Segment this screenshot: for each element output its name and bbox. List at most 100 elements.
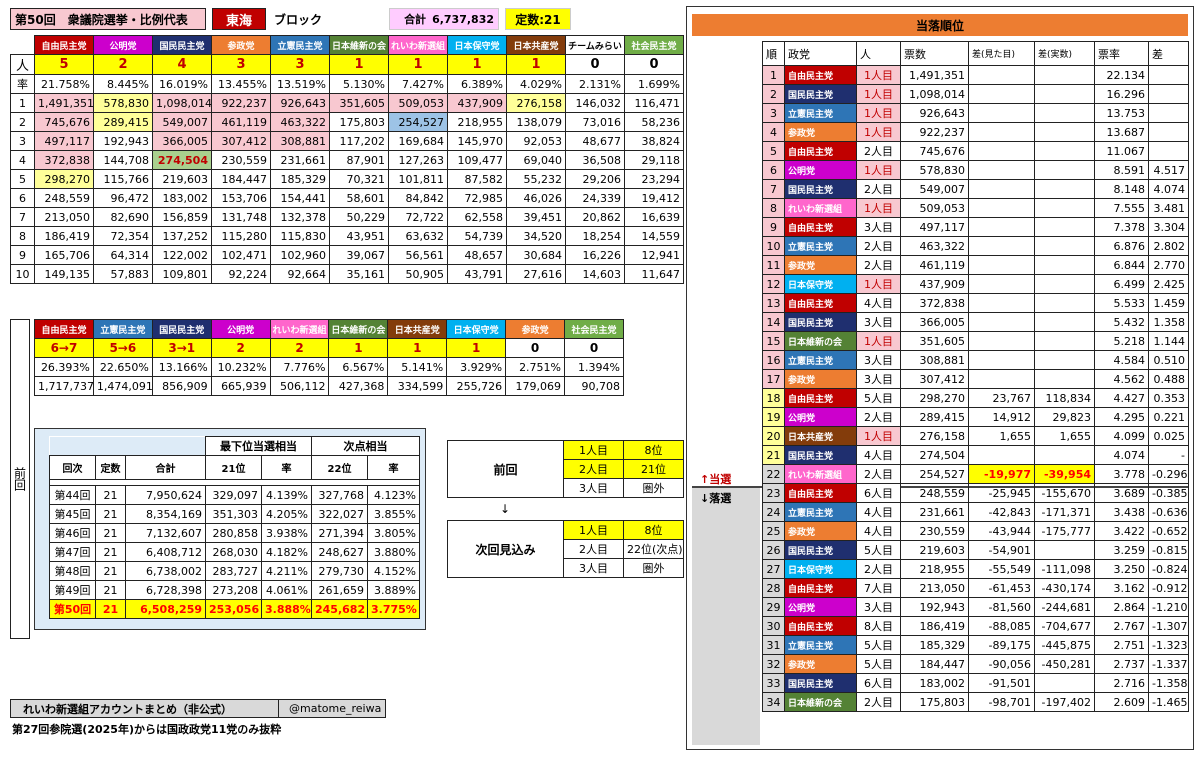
rank-person: 1人目 — [856, 274, 901, 294]
party-votes: 665,939 — [210, 376, 271, 396]
rank-diff-actual: -175,777 — [1034, 521, 1095, 541]
rank-votes: 372,838 — [900, 293, 969, 313]
rank-rate: 6.844 — [1094, 255, 1149, 275]
rank-diff-visual — [968, 331, 1035, 351]
rank-number: 9 — [762, 217, 785, 237]
rank-rate: 13.687 — [1094, 122, 1149, 142]
rank-votes: 298,270 — [900, 388, 969, 408]
quotient-cell: 96,472 — [93, 188, 153, 208]
rank-number: 18 — [762, 388, 785, 408]
rank-party: 自由民主党 — [784, 483, 857, 503]
rank-diff-visual: -81,560 — [968, 597, 1035, 617]
rank-person: 1人目 — [856, 65, 901, 85]
quotient-cell: 69,040 — [506, 150, 566, 170]
rank-rate-diff: 4.074 — [1148, 179, 1189, 199]
rank-rate: 2.767 — [1094, 616, 1149, 636]
rank-rate-diff — [1148, 141, 1189, 161]
rank-diff-visual — [968, 103, 1035, 123]
party-header: 国民民主党 — [152, 35, 212, 55]
rank-number: 7 — [762, 179, 785, 199]
party-rate: 3.929% — [446, 357, 507, 377]
rank-rate: 8.591 — [1094, 160, 1149, 180]
rank-rate: 2.864 — [1094, 597, 1149, 617]
rank-party: 参政党 — [784, 521, 857, 541]
page-title: 第50回 衆議院選挙・比例代表 — [15, 12, 188, 27]
account-box: れいわ新選組アカウントまとめ（非公式） @matome_reiwa — [10, 699, 386, 718]
quotient-cell: 38,824 — [624, 131, 684, 151]
quotient-cell: 54,739 — [447, 226, 507, 246]
next_forecast-label: 次回見込み — [447, 520, 564, 578]
rank-diff-visual — [968, 65, 1035, 85]
ranking-row: 7 国民民主党 2人目 549,007 8.148 4.074 — [762, 179, 1189, 199]
rank-person: 1人目 — [856, 103, 901, 123]
quotient-cell: 102,960 — [270, 245, 330, 265]
history-cell: 6,738,002 — [125, 561, 206, 581]
rank-diff-visual — [968, 160, 1035, 180]
quotient-cell: 27,616 — [506, 264, 566, 284]
history-cell: 6,508,259 — [125, 599, 206, 619]
blank — [49, 436, 96, 456]
rank-rate: 2.751 — [1094, 635, 1149, 655]
history-cell: 351,303 — [205, 504, 262, 524]
quotient-cell: 298,270 — [34, 169, 94, 189]
result-cell: 1人目 — [563, 440, 624, 460]
rank-person: 3人目 — [856, 312, 901, 332]
ranking-defeated-bg — [692, 487, 760, 745]
rank-rate-diff: 3.304 — [1148, 217, 1189, 237]
elected-label: ↑当選 — [700, 473, 732, 486]
total-box: 合計 6,737,832 — [389, 8, 499, 30]
rank-person: 4人目 — [856, 293, 901, 313]
history-row: 第49回 21 6,728,398 273,208 4.061% 261,659 3.889… — [49, 580, 420, 600]
quotient-cell: 16,226 — [565, 245, 625, 265]
blank — [125, 436, 206, 456]
rank-diff-actual — [1034, 103, 1095, 123]
group-header: 次点相当 — [311, 436, 420, 456]
rank-person: 6人目 — [856, 483, 901, 503]
rank-rate-diff: - — [1148, 445, 1189, 465]
rank-party: 立憲民主党 — [784, 236, 857, 256]
rank-diff-visual: -43,944 — [968, 521, 1035, 541]
history-cell: 3.775% — [367, 599, 420, 619]
ranking-row: 26 国民民主党 5人目 219,603 -54,901 3.259 -0.815 — [762, 540, 1189, 560]
ranking-row: 17 参政党 3人目 307,412 4.562 0.488 — [762, 369, 1189, 389]
party-header: 日本共産党 — [506, 35, 566, 55]
rank-votes: 497,117 — [900, 217, 969, 237]
rank-diff-visual — [968, 141, 1035, 161]
group-header: 最下位当選相当 — [205, 436, 312, 456]
ranking-header: 差 — [1148, 41, 1189, 66]
party-rate: 4.029% — [506, 74, 566, 94]
party-votes: 179,069 — [505, 376, 566, 396]
ranking-row: 3 立憲民主党 1人目 926,643 13.753 — [762, 103, 1189, 123]
ranking-row: 10 立憲民主党 2人目 463,322 6.876 2.802 — [762, 236, 1189, 256]
history-cell: 3.855% — [367, 504, 420, 524]
result-cell: 22位(次点) — [623, 539, 684, 559]
party-rate: 22.650% — [92, 357, 153, 377]
party-header: 参政党 — [505, 319, 566, 339]
quotient-cell: 745,676 — [34, 112, 94, 132]
quotient-cell: 70,321 — [329, 169, 389, 189]
rank-diff-visual: -54,901 — [968, 540, 1035, 560]
rank-diff-actual: -171,371 — [1034, 502, 1095, 522]
rank-diff-visual — [968, 255, 1035, 275]
party-rate: 1.699% — [624, 74, 684, 94]
rank-rate: 5.432 — [1094, 312, 1149, 332]
rank-person: 2人目 — [856, 559, 901, 579]
rank-number: 1 — [762, 65, 785, 85]
rank-rate: 4.427 — [1094, 388, 1149, 408]
party-header: 公明党 — [93, 35, 153, 55]
result-cell: 2人目 — [563, 459, 624, 479]
result-cell: 8位 — [623, 440, 684, 460]
previous-side: 前回 — [10, 319, 30, 639]
rank-person: 3人目 — [856, 217, 901, 237]
ranking-row: 8 れいわ新選組 1人目 509,053 7.555 3.481 — [762, 198, 1189, 218]
party-rate: 10.232% — [210, 357, 271, 377]
party-rate: 7.776% — [269, 357, 330, 377]
party-header: 公明党 — [210, 319, 271, 339]
rank-rate: 11.067 — [1094, 141, 1149, 161]
rank-votes: 509,053 — [900, 198, 969, 218]
rank-party: 立憲民主党 — [784, 103, 857, 123]
history-cell: 21 — [95, 599, 126, 619]
rank-person: 2人目 — [856, 692, 901, 712]
rank-rate-diff — [1148, 122, 1189, 142]
row-index: 3 — [10, 131, 35, 151]
